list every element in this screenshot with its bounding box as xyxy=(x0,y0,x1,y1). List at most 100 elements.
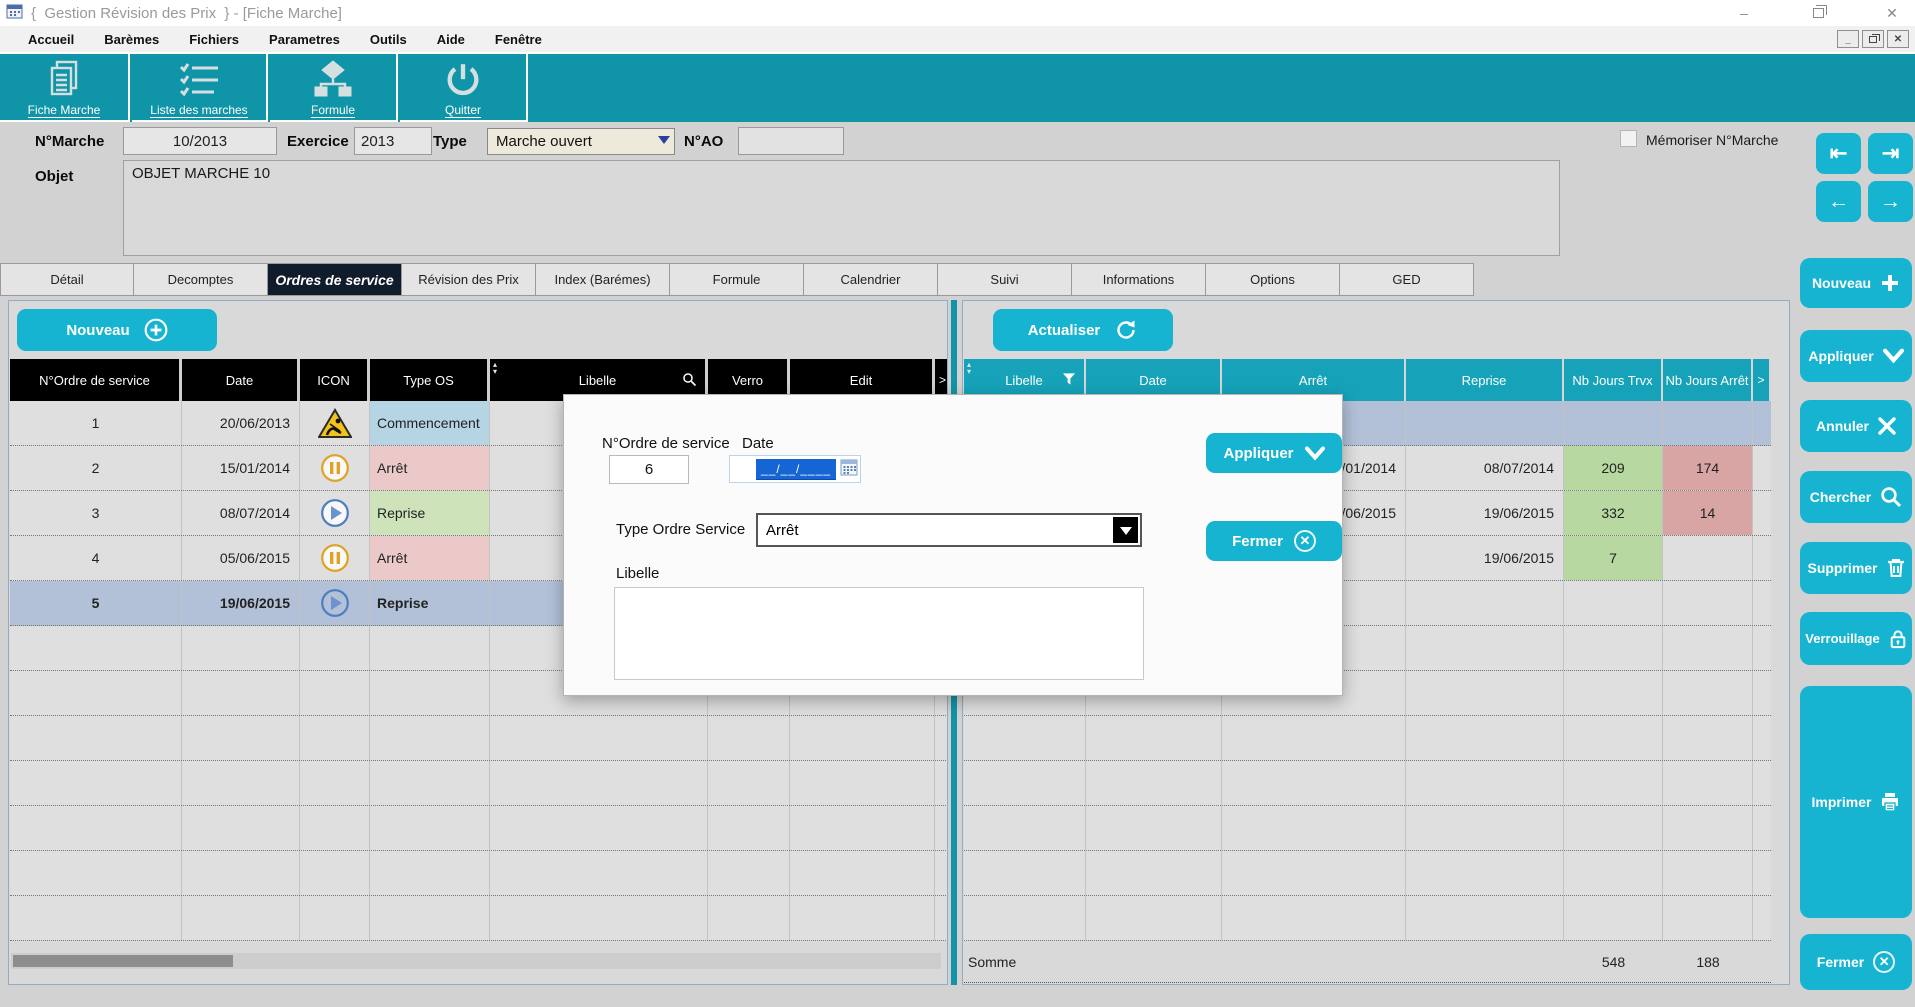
next-record-icon: → xyxy=(1880,190,1901,214)
tab-detail[interactable]: Détail xyxy=(0,263,134,296)
first-record-icon: ⇤ xyxy=(1830,141,1848,166)
documents-icon xyxy=(44,59,84,103)
minimize-button[interactable]: – xyxy=(1731,5,1757,21)
close-button[interactable]: ✕ xyxy=(1879,5,1905,22)
next-record-button[interactable]: → xyxy=(1868,181,1913,222)
tab-formule[interactable]: Formule xyxy=(670,263,804,296)
search-icon xyxy=(1880,486,1902,508)
dialog-button-label: Appliquer xyxy=(1224,445,1294,462)
empty-row[interactable] xyxy=(964,761,1771,806)
empty-row[interactable] xyxy=(964,896,1771,941)
column-scroll-right-button[interactable]: > xyxy=(1753,359,1771,401)
dialog-n-ordre-input[interactable] xyxy=(609,455,689,484)
tab-ged[interactable]: GED xyxy=(1340,263,1474,296)
dialog-date-input[interactable]: __/__/____ xyxy=(729,455,861,483)
mdi-close-button[interactable]: ✕ xyxy=(1887,30,1909,48)
chevron-down-icon xyxy=(658,136,670,150)
tab-calendrier[interactable]: Calendrier xyxy=(804,263,938,296)
dialog-libelle-textarea[interactable] xyxy=(614,587,1144,680)
empty-row[interactable] xyxy=(10,851,948,896)
formule-button[interactable]: Formule xyxy=(270,54,398,122)
calendar-icon[interactable] xyxy=(840,458,858,481)
memoriser-checkbox[interactable] xyxy=(1620,130,1637,147)
nouveau-ordre-button[interactable]: Nouveau xyxy=(17,309,217,351)
filter-icon[interactable] xyxy=(1062,372,1076,389)
column-header-icon[interactable]: ICON xyxy=(300,359,370,401)
column-header-nb-jours-trvx[interactable]: Nb Jours Trvx xyxy=(1564,359,1663,401)
menu-baremes[interactable]: Barèmes xyxy=(104,32,159,47)
fiche-marche-button[interactable]: Fiche Marche xyxy=(0,54,130,122)
tab-revision-des-prix[interactable]: Révision des Prix xyxy=(402,263,536,296)
sidebar-appliquer-button[interactable]: Appliquer xyxy=(1800,330,1912,382)
pause-icon xyxy=(300,446,370,490)
empty-row[interactable] xyxy=(10,806,948,851)
tab-index-baremes[interactable]: Index (Barémes) xyxy=(536,263,670,296)
previous-record-button[interactable]: ← xyxy=(1816,181,1861,222)
tab-options[interactable]: Options xyxy=(1206,263,1340,296)
cell-type-os: Reprise xyxy=(370,491,490,535)
exercice-input[interactable] xyxy=(354,127,432,155)
mdi-restore-button[interactable] xyxy=(1862,30,1884,48)
first-record-button[interactable]: ⇤ xyxy=(1816,133,1861,174)
liste-des-marches-button[interactable]: Liste des marches xyxy=(132,54,268,122)
column-header-n-ordre[interactable]: N°Ordre de service xyxy=(10,359,182,401)
horizontal-scrollbar[interactable] xyxy=(11,953,941,969)
toolbar-button-label: Formule xyxy=(311,103,355,118)
menu-fenetre[interactable]: Fenêtre xyxy=(495,32,542,47)
empty-row[interactable] xyxy=(964,806,1771,851)
objet-textarea[interactable]: OBJET MARCHE 10 xyxy=(123,160,1560,256)
last-record-icon: ⇥ xyxy=(1882,141,1900,166)
empty-row[interactable] xyxy=(964,851,1771,896)
last-record-button[interactable]: ⇥ xyxy=(1868,133,1913,174)
actualiser-button[interactable]: Actualiser xyxy=(993,309,1173,351)
tab-decomptes[interactable]: Decomptes xyxy=(134,263,268,296)
sidebar-fermer-button[interactable]: Fermer ✕ xyxy=(1800,934,1912,990)
sidebar-annuler-button[interactable]: Annuler xyxy=(1800,400,1912,452)
menu-outils[interactable]: Outils xyxy=(370,32,407,47)
column-header-nb-jours-arret[interactable]: Nb Jours Arrêt xyxy=(1663,359,1753,401)
dialog-type-select[interactable]: Arrêt xyxy=(756,513,1142,547)
dropdown-arrow-button[interactable] xyxy=(1113,517,1138,543)
cell-date: 05/06/2015 xyxy=(182,536,300,580)
dialog-libelle-label: Libelle xyxy=(616,565,659,582)
column-header-date[interactable]: Date xyxy=(182,359,300,401)
tab-informations[interactable]: Informations xyxy=(1072,263,1206,296)
menu-fichiers[interactable]: Fichiers xyxy=(189,32,239,47)
n-marche-label: N°Marche xyxy=(35,133,104,150)
quitter-button[interactable]: Quitter xyxy=(400,54,528,122)
n-ao-input[interactable] xyxy=(738,127,844,155)
n-marche-input[interactable] xyxy=(123,127,277,155)
mdi-minimize-button[interactable]: _ xyxy=(1837,30,1859,48)
sidebar-verrouillage-button[interactable]: Verrouillage xyxy=(1800,612,1912,665)
column-header-type-os[interactable]: Type OS xyxy=(370,359,490,401)
sidebar-button-label: Nouveau xyxy=(1812,275,1871,291)
empty-row[interactable] xyxy=(10,716,948,761)
chevron-down-icon xyxy=(1305,446,1325,461)
sidebar-nouveau-button[interactable]: Nouveau xyxy=(1800,258,1912,308)
sidebar-button-label: Appliquer xyxy=(1808,348,1873,364)
cell-nb-jours-trvx xyxy=(1564,401,1663,445)
tab-ordres-de-service[interactable]: Ordres de service xyxy=(268,263,402,296)
empty-row[interactable] xyxy=(10,896,948,941)
type-select[interactable]: Marche ouvert xyxy=(487,128,675,155)
menu-accueil[interactable]: Accueil xyxy=(28,32,74,47)
tab-suivi[interactable]: Suivi xyxy=(938,263,1072,296)
scrollbar-thumb[interactable] xyxy=(13,955,233,967)
sidebar-chercher-button[interactable]: Chercher xyxy=(1800,471,1912,523)
plus-circle-icon xyxy=(144,318,168,342)
sidebar-supprimer-button[interactable]: Supprimer xyxy=(1800,542,1912,594)
dialog-appliquer-button[interactable]: Appliquer xyxy=(1206,433,1342,473)
menu-parametres[interactable]: Parametres xyxy=(269,32,340,47)
column-header-reprise[interactable]: Reprise xyxy=(1406,359,1564,401)
empty-row[interactable] xyxy=(10,761,948,806)
exercice-label: Exercice xyxy=(287,133,349,150)
restore-button[interactable] xyxy=(1805,5,1831,21)
column-header-libelle-label: Libelle xyxy=(579,373,617,388)
objet-label: Objet xyxy=(35,168,73,185)
sidebar-imprimer-button[interactable]: Imprimer xyxy=(1800,686,1912,918)
search-icon[interactable] xyxy=(682,372,697,390)
dialog-fermer-button[interactable]: Fermer ✕ xyxy=(1206,521,1342,561)
memoriser-label: Mémoriser N°Marche xyxy=(1646,132,1778,148)
menu-aide[interactable]: Aide xyxy=(437,32,465,47)
empty-row[interactable] xyxy=(964,716,1771,761)
